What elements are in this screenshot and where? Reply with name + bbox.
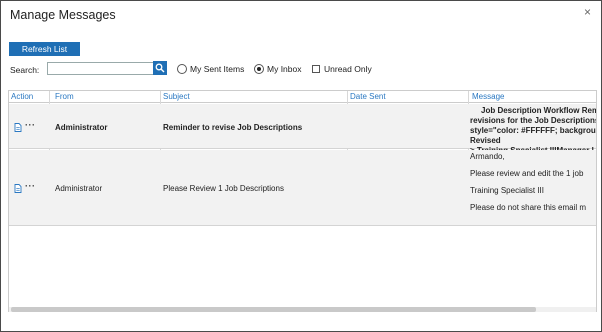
my-inbox-label: My Inbox [267,64,302,74]
document-icon[interactable] [14,123,22,132]
unread-only-checkbox[interactable]: Unread Only [312,64,372,74]
from-cell: Administrator [55,123,108,132]
scrollbar-thumb[interactable] [11,307,536,312]
message-line: Please do not share this email m [470,203,587,212]
messages-table: Action From Subject Date Sent Message ··… [8,90,597,312]
radio-icon[interactable] [177,64,187,74]
message-line: Job Description Workflow Rem [481,106,597,115]
action-menu-icon[interactable]: ··· [25,120,36,130]
column-header-message[interactable]: Message [472,92,504,101]
message-cell: Job Description Workflow Rem revisions f… [470,106,597,156]
dialog-title: Manage Messages [10,8,116,22]
manage-messages-dialog: Manage Messages × Refresh List Search: M… [0,0,602,332]
document-icon[interactable] [14,184,22,193]
table-row[interactable]: ··· Administrator Reminder to revise Job… [9,104,596,155]
message-line: Armando, [470,152,505,161]
my-sent-items-label: My Sent Items [190,64,245,74]
column-header-date-sent[interactable]: Date Sent [350,92,386,101]
message-line: Training Specialist III [470,186,544,195]
message-line: Revised [470,136,501,145]
radio-checked-icon[interactable] [254,64,264,74]
table-row[interactable]: ··· Administrator Please Review 1 Job De… [9,150,596,226]
subject-cell: Reminder to revise Job Descriptions [163,123,303,132]
subject-cell: Please Review 1 Job Descriptions [163,184,284,193]
search-button[interactable] [153,61,167,75]
horizontal-scrollbar[interactable] [9,307,596,312]
close-icon[interactable]: × [584,6,591,18]
column-header-from[interactable]: From [55,92,74,101]
column-header-subject[interactable]: Subject [163,92,190,101]
message-line: style="color: #FFFFFF; background [470,126,597,135]
message-line: revisions for the Job Descriptions [470,116,597,125]
my-sent-items-radio[interactable]: My Sent Items [177,64,244,74]
table-header: Action From Subject Date Sent Message [9,91,596,103]
column-header-action[interactable]: Action [11,92,33,101]
message-cell: Armando, Please review and edit the 1 jo… [470,152,596,213]
checkbox-icon[interactable] [312,65,320,73]
from-cell: Administrator [55,184,103,193]
action-menu-icon[interactable]: ··· [25,181,36,191]
search-label: Search: [10,65,40,75]
refresh-list-button[interactable]: Refresh List [9,42,80,56]
search-icon [155,63,165,73]
unread-only-label: Unread Only [324,64,372,74]
search-input[interactable] [47,62,154,75]
my-inbox-radio[interactable]: My Inbox [254,64,302,74]
message-line: Please review and edit the 1 job [470,169,584,178]
